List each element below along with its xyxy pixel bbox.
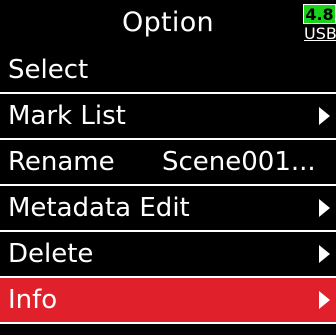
device-screen: Option 4.8 USB Select Mark List Rename S… — [0, 0, 336, 335]
menu-item-delete[interactable]: Delete — [0, 232, 336, 278]
rename-value: Scene001... — [162, 147, 316, 177]
menu-item-select[interactable]: Select — [0, 48, 336, 94]
header: Option 4.8 USB — [0, 0, 336, 46]
power-source-label: USB — [304, 24, 336, 43]
battery-level: 4.8 — [303, 4, 336, 24]
menu-item-mark-list[interactable]: Mark List — [0, 94, 336, 140]
page-title: Option — [122, 7, 214, 38]
chevron-right-icon — [319, 291, 330, 309]
menu-item-rename[interactable]: Rename Scene001... — [0, 140, 336, 186]
menu-item-label: Rename — [8, 147, 115, 177]
battery-indicator: 4.8 USB — [303, 4, 336, 44]
menu-item-label: Info — [8, 285, 58, 315]
chevron-right-icon — [319, 107, 330, 125]
menu-item-label: Mark List — [8, 101, 126, 131]
menu-item-metadata-edit[interactable]: Metadata Edit — [0, 186, 336, 232]
menu-item-label: Metadata Edit — [8, 193, 190, 223]
chevron-right-icon — [319, 199, 330, 217]
option-menu: Select Mark List Rename Scene001... Meta… — [0, 48, 336, 324]
menu-item-label: Delete — [8, 239, 94, 269]
menu-item-label: Select — [8, 55, 89, 85]
chevron-right-icon — [319, 245, 330, 263]
menu-item-info[interactable]: Info — [0, 278, 336, 324]
